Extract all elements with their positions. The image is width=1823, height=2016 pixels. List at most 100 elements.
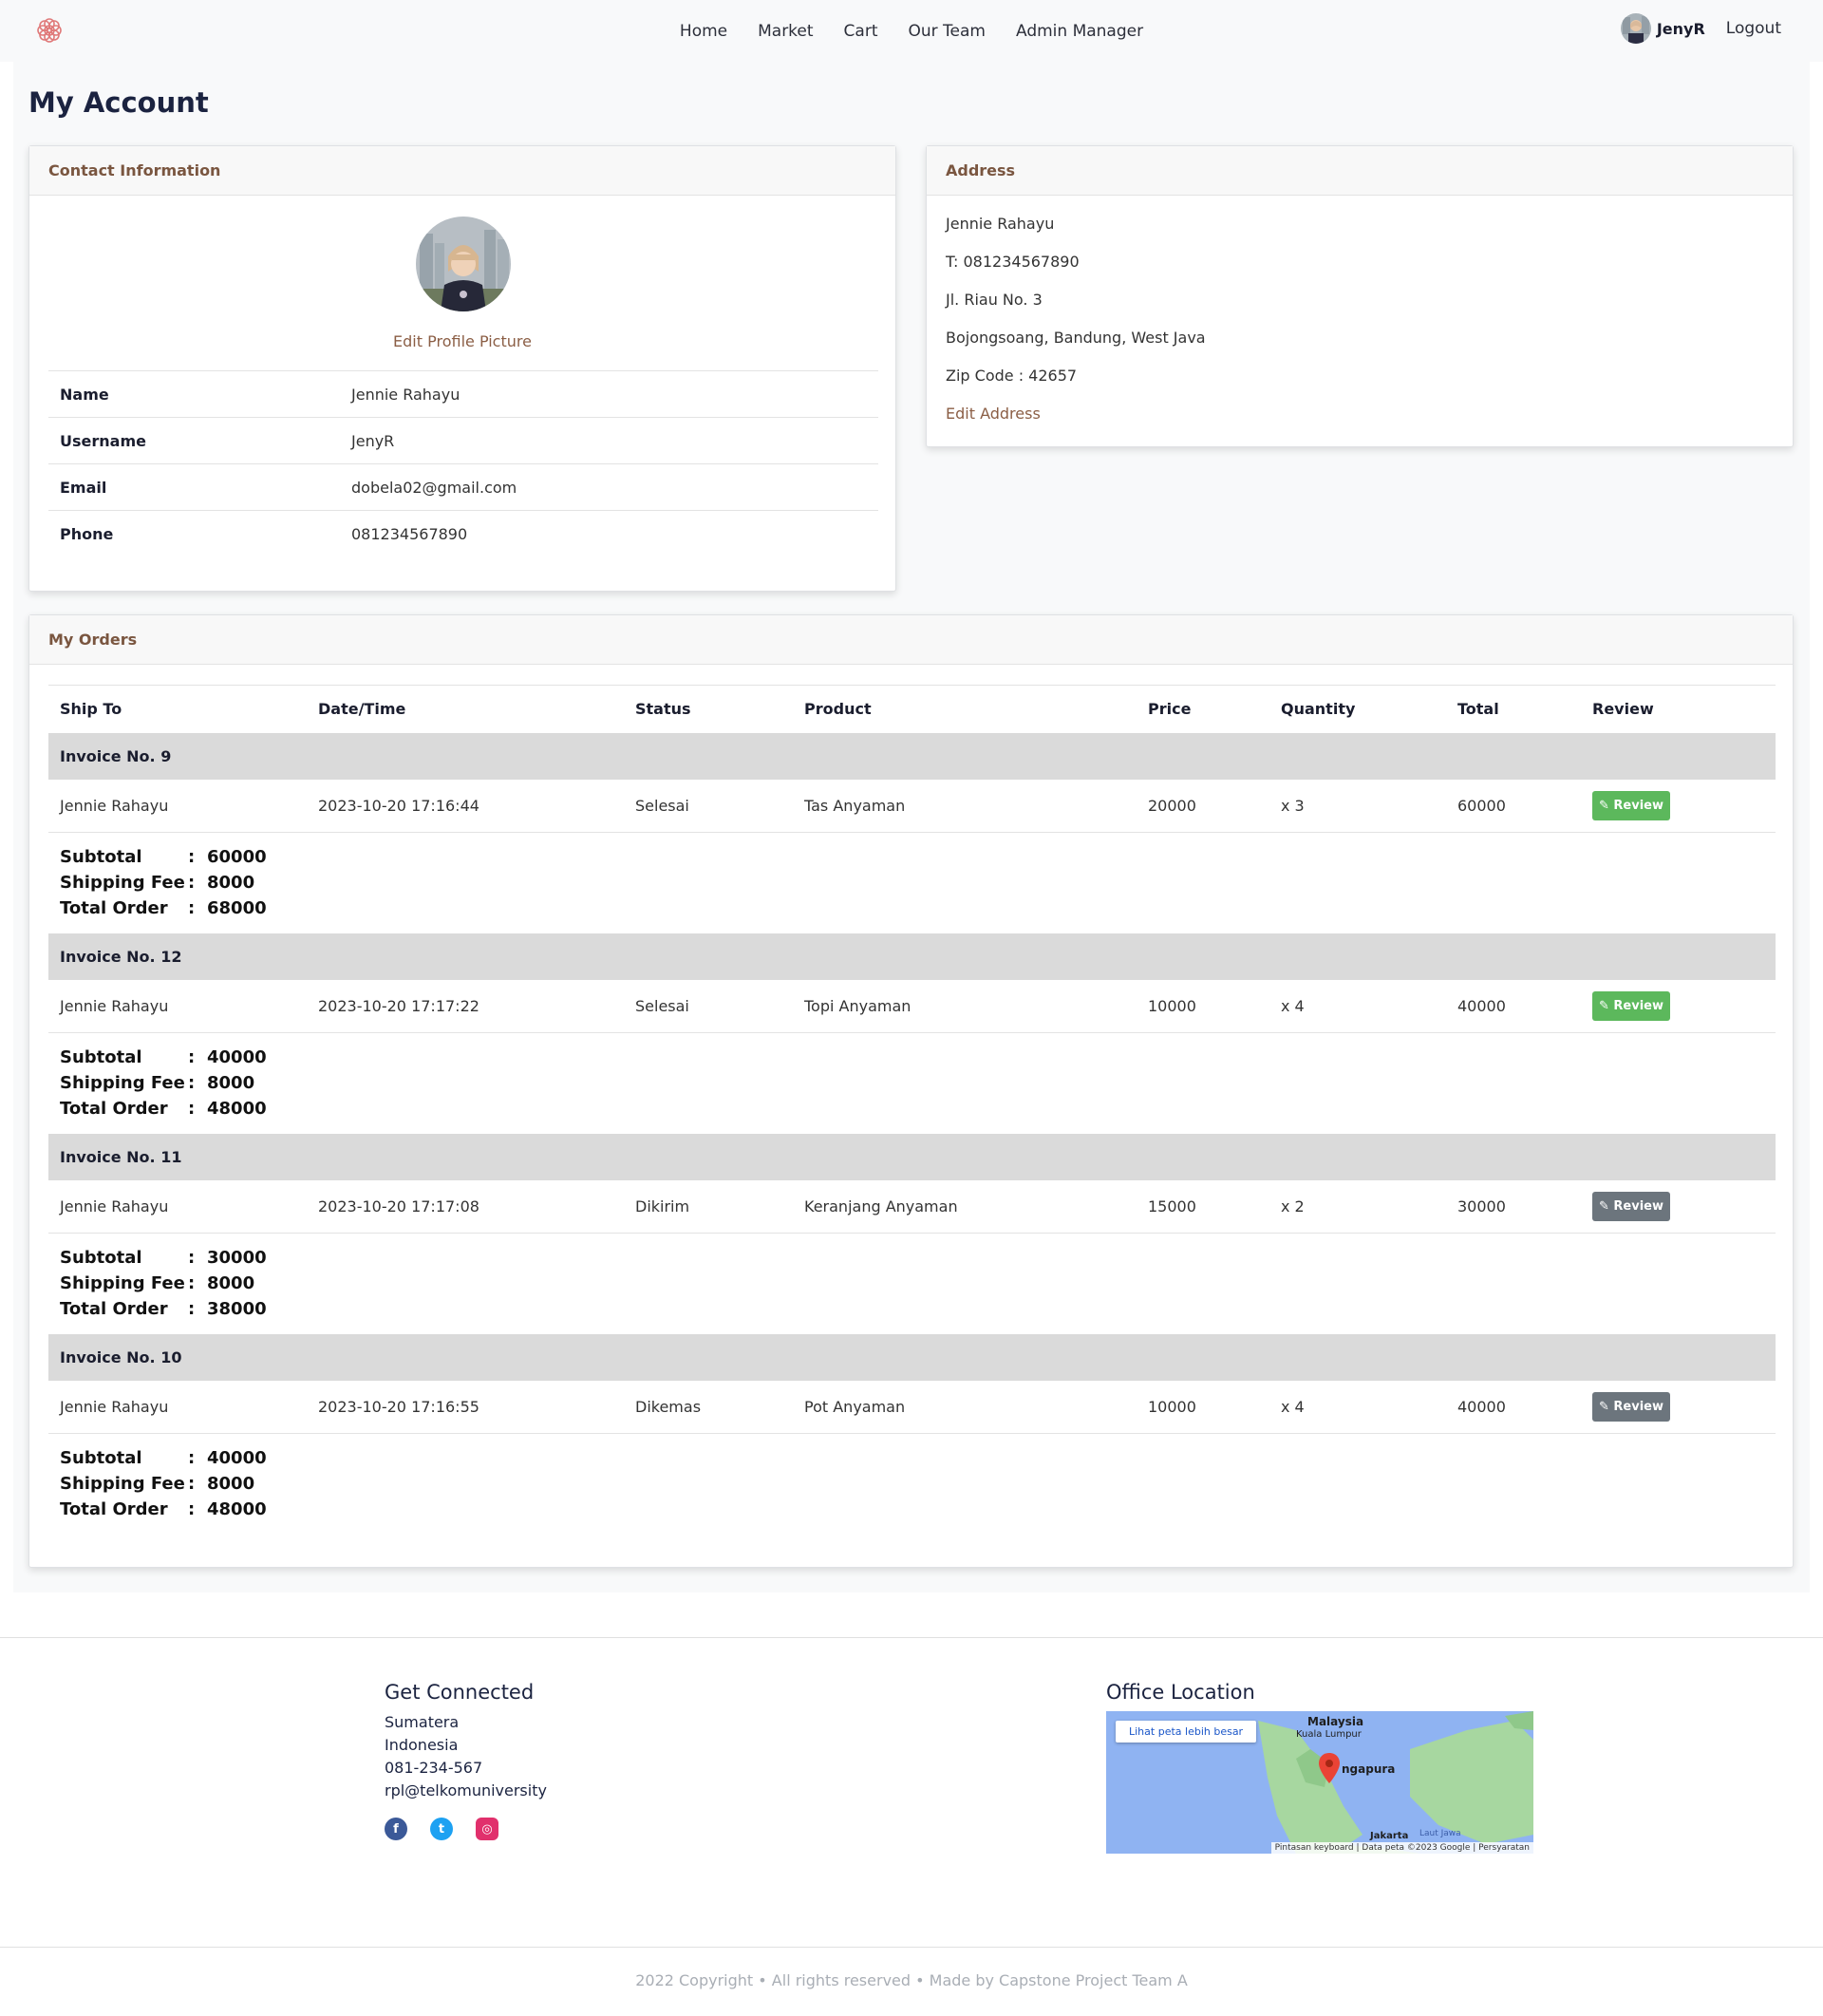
nav-market[interactable]: Market — [758, 22, 813, 41]
edit-address-link[interactable]: Edit Address — [946, 405, 1206, 443]
orders-body: Invoice No. 9 Jennie Rahayu 2023-10-20 1… — [48, 732, 1776, 1535]
main-content: My Account Contact Information Edit Prof… — [13, 62, 1810, 1592]
review-cell: ✎ Review — [1581, 1380, 1776, 1434]
invoice-header-row: Invoice No. 12 — [48, 933, 1776, 980]
shipping-label: Shipping Fee — [60, 1272, 185, 1293]
address-city: Bojongsoang, Bandung, West Java — [946, 329, 1206, 347]
address-street: Jl. Riau No. 3 — [946, 291, 1043, 309]
facebook-icon[interactable]: f — [385, 1818, 407, 1840]
table-row: Phone 081234567890 — [48, 510, 878, 557]
username-value: JenyR — [340, 417, 878, 464]
map-label: Jakarta — [1370, 1831, 1409, 1841]
separator: : — [188, 1473, 196, 1494]
phone-label: Phone — [48, 510, 340, 557]
footer-divider — [0, 1637, 1823, 1638]
instagram-icon[interactable]: ◎ — [476, 1818, 498, 1840]
ship-to-cell: Jennie Rahayu — [48, 1179, 307, 1234]
office-location-title: Office Location — [1106, 1681, 1255, 1704]
subtotal-value: 60000 — [207, 846, 267, 867]
summary-row: Subtotal:30000 Shipping Fee:8000 Total O… — [48, 1234, 1776, 1334]
status-cell: Selesai — [624, 979, 793, 1033]
invoice-number: Invoice No. 9 — [48, 732, 1776, 780]
total-order-value: 68000 — [207, 897, 267, 918]
review-button[interactable]: ✎ Review — [1592, 790, 1670, 820]
nav-home[interactable]: Home — [680, 22, 727, 41]
col-total: Total — [1446, 685, 1581, 733]
review-button[interactable]: ✎ Review — [1592, 990, 1670, 1021]
col-review: Review — [1581, 685, 1776, 733]
map-label: Laut Jawa — [1419, 1829, 1461, 1838]
table-row: Jennie Rahayu 2023-10-20 17:17:08 Dikiri… — [48, 1179, 1776, 1234]
subtotal-value: 30000 — [207, 1247, 267, 1268]
product-cell: Topi Anyaman — [793, 979, 1137, 1033]
invoice-header-row: Invoice No. 11 — [48, 1133, 1776, 1180]
quantity-cell: x 3 — [1269, 779, 1446, 833]
nav-our-team[interactable]: Our Team — [909, 22, 986, 41]
footer-region: Sumatera — [385, 1713, 460, 1731]
product-cell: Pot Anyaman — [793, 1380, 1137, 1434]
subtotal-label: Subtotal — [60, 1046, 142, 1067]
col-datetime: Date/Time — [307, 685, 624, 733]
total-order-label: Total Order — [60, 1098, 168, 1119]
shipping-value: 8000 — [207, 1072, 255, 1093]
separator: : — [188, 897, 196, 918]
twitter-icon[interactable]: t — [430, 1818, 453, 1840]
total-cell: 40000 — [1446, 1380, 1581, 1434]
datetime-cell: 2023-10-20 17:16:55 — [307, 1380, 624, 1434]
ship-to-cell: Jennie Rahayu — [48, 1380, 307, 1434]
review-button-disabled[interactable]: ✎ Review — [1592, 1391, 1670, 1422]
avatar — [1620, 13, 1651, 44]
orders-table: Ship To Date/Time Status Product Price Q… — [48, 685, 1776, 1535]
table-row: Jennie Rahayu 2023-10-20 17:16:55 Dikema… — [48, 1380, 1776, 1434]
review-cell: ✎ Review — [1581, 1179, 1776, 1234]
col-quantity: Quantity — [1269, 685, 1446, 733]
separator: : — [188, 872, 196, 893]
larger-map-button[interactable]: Lihat peta lebih besar — [1116, 1721, 1257, 1743]
review-button-label: Review — [1613, 798, 1663, 813]
address-phone: T: 081234567890 — [946, 253, 1080, 271]
total-order-value: 48000 — [207, 1098, 267, 1119]
status-cell: Dikemas — [624, 1380, 793, 1434]
invoice-number: Invoice No. 12 — [48, 933, 1776, 980]
quantity-cell: x 4 — [1269, 979, 1446, 1033]
contact-card-header: Contact Information — [29, 146, 895, 196]
nav-cart[interactable]: Cart — [844, 22, 878, 41]
review-button-disabled[interactable]: ✎ Review — [1592, 1191, 1670, 1221]
nav-username: JenyR — [1656, 19, 1705, 38]
my-orders-card: My Orders Ship To Date/Time Status Produ… — [28, 614, 1794, 1568]
username-label: Username — [48, 417, 340, 464]
separator: : — [188, 1072, 196, 1093]
separator: : — [188, 846, 196, 867]
user-menu[interactable]: JenyR — [1620, 13, 1705, 44]
map-label: ngapura — [1342, 1762, 1396, 1776]
orders-header-row: Ship To Date/Time Status Product Price Q… — [48, 685, 1776, 733]
review-cell: ✎ Review — [1581, 979, 1776, 1033]
address-name: Jennie Rahayu — [946, 215, 1055, 233]
nav-admin-manager[interactable]: Admin Manager — [1016, 22, 1143, 41]
address-card-header: Address — [927, 146, 1793, 196]
shipping-label: Shipping Fee — [60, 872, 185, 893]
invoice-header-row: Invoice No. 10 — [48, 1333, 1776, 1381]
pencil-icon: ✎ — [1598, 998, 1614, 1013]
pencil-icon: ✎ — [1598, 1399, 1614, 1414]
total-order-label: Total Order — [60, 1298, 168, 1319]
map-attribution: Pintasan keyboard | Data peta ©2023 Goog… — [1270, 1842, 1533, 1854]
invoice-number: Invoice No. 11 — [48, 1133, 1776, 1180]
total-cell: 40000 — [1446, 979, 1581, 1033]
subtotal-label: Subtotal — [60, 1447, 142, 1468]
col-ship-to: Ship To — [48, 685, 307, 733]
table-row: Email dobela02@gmail.com — [48, 463, 878, 511]
product-cell: Keranjang Anyaman — [793, 1179, 1137, 1234]
ship-to-cell: Jennie Rahayu — [48, 979, 307, 1033]
social-links: f t ◎ — [385, 1818, 547, 1840]
map-label: Kuala Lumpur — [1296, 1729, 1362, 1740]
status-cell: Dikirim — [624, 1179, 793, 1234]
ship-to-cell: Jennie Rahayu — [48, 779, 307, 833]
order-summary: Subtotal:40000 Shipping Fee:8000 Total O… — [60, 1447, 1776, 1521]
nav-links: Home Market Cart Our Team Admin Manager — [0, 0, 1823, 62]
office-map[interactable]: Lihat peta lebih besar Malaysia Kuala Lu… — [1106, 1711, 1533, 1854]
edit-profile-picture-link[interactable]: Edit Profile Picture — [29, 332, 895, 350]
profile-picture — [416, 217, 511, 311]
logout-link[interactable]: Logout — [1726, 19, 1781, 38]
shipping-value: 8000 — [207, 1272, 255, 1293]
